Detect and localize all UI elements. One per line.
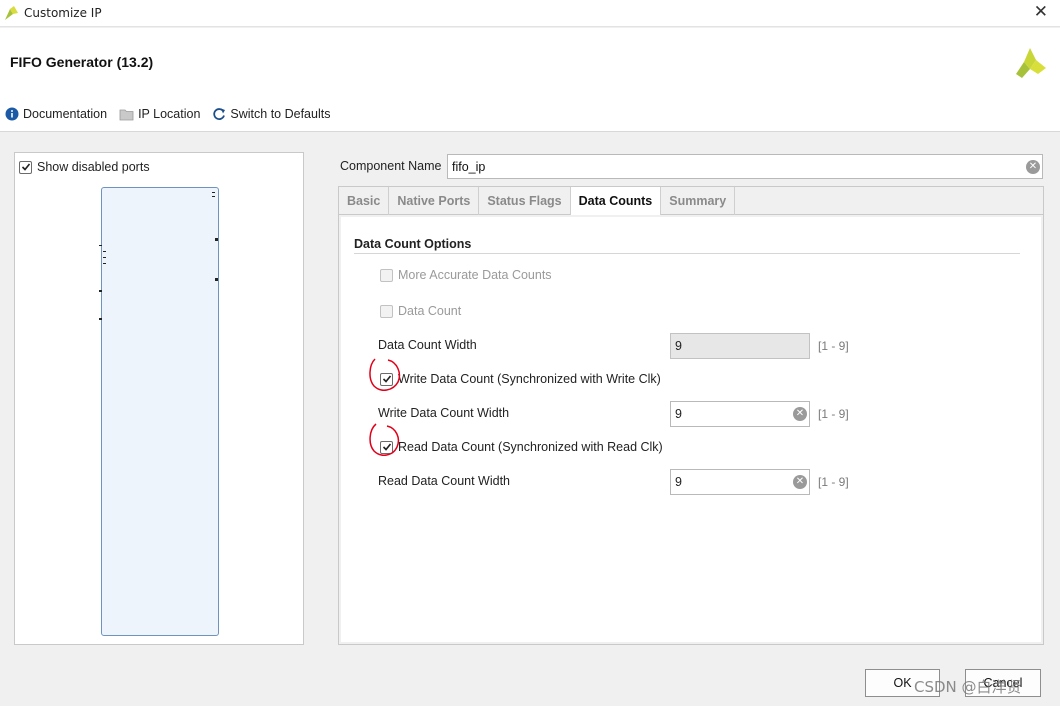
window-titlebar: Customize IP ✕ xyxy=(0,0,1060,27)
port-pin xyxy=(215,278,218,281)
tab-bar: Basic Native Ports Status Flags Data Cou… xyxy=(339,187,1043,215)
refresh-icon xyxy=(213,108,226,120)
write-data-count-checkbox[interactable] xyxy=(380,372,393,386)
data-count-width-field: 9 xyxy=(670,333,810,359)
component-name-value: fifo_ip xyxy=(452,160,486,174)
switch-to-defaults-label: Switch to Defaults xyxy=(230,107,331,121)
cancel-button[interactable]: Cancel xyxy=(965,669,1041,697)
ip-header: FIFO Generator (13.2) Documentation IP L… xyxy=(0,28,1060,132)
documentation-label: Documentation xyxy=(23,107,108,121)
vivado-logo-icon xyxy=(5,6,18,20)
section-divider xyxy=(354,253,1020,254)
config-tabs: Basic Native Ports Status Flags Data Cou… xyxy=(338,186,1044,645)
write-data-count-option[interactable]: Write Data Count (Synchronized with Writ… xyxy=(380,372,661,386)
more-accurate-data-counts-label: More Accurate Data Counts xyxy=(398,268,552,282)
data-count-option: Data Count xyxy=(380,304,461,318)
section-title: Data Count Options xyxy=(354,237,472,251)
info-icon xyxy=(5,107,19,121)
clear-icon[interactable]: ✕ xyxy=(793,407,807,421)
component-name-label: Component Name xyxy=(340,159,442,173)
ip-symbol-block[interactable] xyxy=(99,187,219,636)
port-pin xyxy=(99,245,102,246)
tab-basic[interactable]: Basic xyxy=(339,187,390,215)
data-counts-panel: Data Count Options More Accurate Data Co… xyxy=(341,217,1041,642)
write-data-count-width-field[interactable]: 9 ✕ xyxy=(670,401,810,427)
show-disabled-ports-label: Show disabled ports xyxy=(37,160,150,174)
read-data-count-width-range: [1 - 9] xyxy=(818,475,849,489)
port-pin xyxy=(215,238,218,241)
switch-to-defaults-button[interactable]: Switch to Defaults xyxy=(212,107,330,121)
header-toolbar: Documentation IP Location Switch to Defa… xyxy=(5,105,342,123)
close-icon[interactable]: ✕ xyxy=(1034,2,1048,22)
write-data-count-width-range: [1 - 9] xyxy=(818,407,849,421)
window-title: Customize IP xyxy=(24,6,102,20)
checkmark-icon xyxy=(382,443,391,451)
data-count-label: Data Count xyxy=(398,304,462,318)
tab-native-ports[interactable]: Native Ports xyxy=(389,187,480,215)
port-pin xyxy=(103,263,106,264)
checkmark-icon xyxy=(21,163,30,171)
component-name-input[interactable]: fifo_ip ✕ xyxy=(447,154,1043,179)
port-pin xyxy=(212,192,215,193)
ip-symbol-panel: Show disabled ports xyxy=(14,152,304,645)
ok-button[interactable]: OK xyxy=(865,669,940,697)
xilinx-brand-icon xyxy=(1016,48,1046,78)
checkmark-icon xyxy=(382,375,391,383)
read-data-count-option[interactable]: Read Data Count (Synchronized with Read … xyxy=(380,440,663,454)
data-count-width-label: Data Count Width xyxy=(378,338,477,352)
read-data-count-width-value: 9 xyxy=(675,475,682,489)
port-pin xyxy=(103,257,106,258)
write-data-count-width-label: Write Data Count Width xyxy=(378,406,510,420)
documentation-button[interactable]: Documentation xyxy=(5,107,107,121)
data-count-checkbox xyxy=(380,304,393,318)
show-disabled-ports-checkbox[interactable] xyxy=(19,160,32,174)
folder-icon xyxy=(119,109,134,120)
port-pin xyxy=(103,251,106,252)
show-disabled-ports-toggle[interactable]: Show disabled ports xyxy=(19,160,150,174)
more-accurate-data-counts-checkbox xyxy=(380,268,393,282)
clear-icon[interactable]: ✕ xyxy=(793,475,807,489)
port-pin xyxy=(212,196,215,197)
read-data-count-width-field[interactable]: 9 ✕ xyxy=(670,469,810,495)
read-data-count-label: Read Data Count (Synchronized with Read … xyxy=(398,440,663,454)
port-pin xyxy=(99,318,102,320)
more-accurate-data-counts-option: More Accurate Data Counts xyxy=(380,268,552,282)
ip-location-label: IP Location xyxy=(138,107,201,121)
data-count-width-value: 9 xyxy=(675,339,682,353)
clear-icon[interactable]: ✕ xyxy=(1026,160,1040,174)
ip-location-button[interactable]: IP Location xyxy=(119,107,200,121)
read-data-count-checkbox[interactable] xyxy=(380,440,393,454)
tab-summary[interactable]: Summary xyxy=(661,187,736,215)
read-data-count-width-label: Read Data Count Width xyxy=(378,474,511,488)
port-pin xyxy=(99,290,102,292)
ip-name-title: FIFO Generator (13.2) xyxy=(10,54,154,70)
tab-status-flags[interactable]: Status Flags xyxy=(479,187,571,215)
write-data-count-label: Write Data Count (Synchronized with Writ… xyxy=(398,372,661,386)
data-count-width-range: [1 - 9] xyxy=(818,339,849,353)
tab-data-counts[interactable]: Data Counts xyxy=(570,187,662,215)
write-data-count-width-value: 9 xyxy=(675,407,682,421)
